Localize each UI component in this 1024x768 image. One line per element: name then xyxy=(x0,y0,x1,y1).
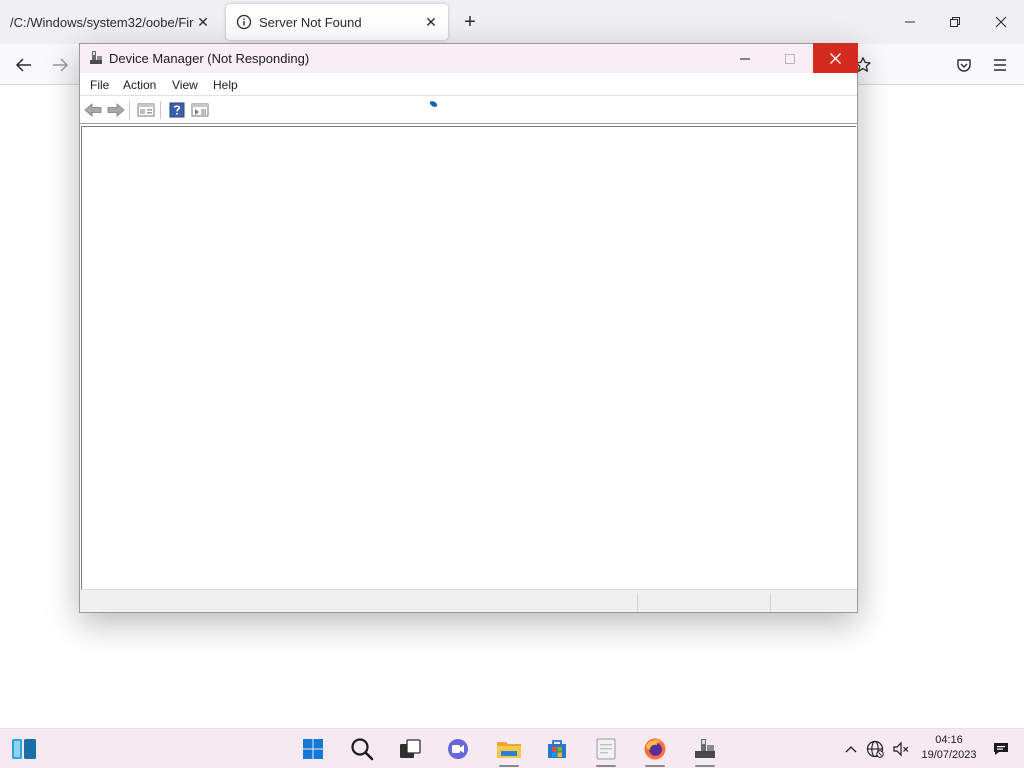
start-windows-icon[interactable] xyxy=(299,735,327,763)
menu-file[interactable]: File xyxy=(90,78,109,92)
tab-title: /C:/Windows/system32/oobe/FirstL xyxy=(10,14,194,30)
close-tab-icon[interactable]: ✕ xyxy=(422,13,440,31)
network-globe-icon[interactable] xyxy=(866,740,884,758)
store-icon[interactable] xyxy=(543,735,571,763)
device-manager-window: Device Manager (Not Responding) File Act… xyxy=(79,43,858,613)
menu-help[interactable]: Help xyxy=(213,78,238,92)
menu-bar: File Action View Help xyxy=(80,73,857,96)
running-indicator xyxy=(596,765,616,767)
toolbar-separator xyxy=(129,101,130,119)
browser-restore-button[interactable] xyxy=(940,8,970,36)
running-indicator xyxy=(695,765,715,767)
device-manager-icon xyxy=(88,50,104,66)
status-bar xyxy=(80,589,857,612)
menu-hamburger-icon[interactable] xyxy=(986,52,1014,78)
notifications-icon[interactable] xyxy=(992,740,1010,758)
back-arrow-icon[interactable] xyxy=(83,101,103,119)
close-tab-icon[interactable]: ✕ xyxy=(194,13,212,31)
menu-view[interactable]: View xyxy=(172,78,198,92)
info-icon xyxy=(236,14,252,30)
tab-title: Server Not Found xyxy=(259,14,362,30)
chat-icon[interactable] xyxy=(444,735,472,763)
notepad-icon[interactable] xyxy=(592,735,620,767)
running-indicator xyxy=(499,765,519,767)
device-manager-taskbar-icon[interactable] xyxy=(691,735,719,767)
status-divider xyxy=(770,593,771,611)
menu-action[interactable]: Action xyxy=(123,78,156,92)
status-divider xyxy=(637,593,638,611)
pocket-icon[interactable] xyxy=(950,52,978,78)
volume-muted-icon[interactable] xyxy=(892,740,910,758)
tab-firstlogon[interactable]: /C:/Windows/system32/oobe/FirstL ✕ xyxy=(0,4,220,40)
toolbar xyxy=(80,96,857,124)
system-clock[interactable]: 04:16 19/07/2023 xyxy=(912,733,986,763)
file-explorer-icon[interactable] xyxy=(495,735,523,767)
device-tree-pane[interactable] xyxy=(81,126,856,589)
console-tree-icon[interactable] xyxy=(136,101,156,119)
browser-close-button[interactable] xyxy=(986,8,1016,36)
window-title-bar[interactable]: Device Manager (Not Responding) xyxy=(80,43,858,73)
running-indicator xyxy=(645,765,665,767)
widgets-icon[interactable] xyxy=(10,735,38,763)
task-view-icon[interactable] xyxy=(396,735,424,763)
properties-icon[interactable] xyxy=(190,101,210,119)
close-button[interactable] xyxy=(813,43,858,73)
firefox-icon[interactable] xyxy=(641,735,669,767)
clock-date: 19/07/2023 xyxy=(921,749,977,761)
browser-minimize-button[interactable] xyxy=(895,8,925,36)
browser-tab-bar: /C:/Windows/system32/oobe/FirstL ✕ Serve… xyxy=(0,0,1024,44)
window-title: Device Manager (Not Responding) xyxy=(109,51,310,66)
new-tab-button[interactable]: + xyxy=(458,10,482,34)
minimize-button[interactable] xyxy=(725,44,765,73)
maximize-button[interactable] xyxy=(770,44,810,73)
taskbar: 04:16 19/07/2023 xyxy=(0,728,1024,768)
tab-server-not-found[interactable]: Server Not Found ✕ xyxy=(226,4,448,40)
chevron-up-icon[interactable] xyxy=(842,740,860,758)
help-icon[interactable] xyxy=(167,101,187,119)
clock-time: 04:16 xyxy=(935,734,963,746)
forward-arrow-icon[interactable] xyxy=(46,52,74,78)
toolbar-separator xyxy=(160,101,161,119)
busy-cursor-icon xyxy=(429,101,438,107)
search-icon[interactable] xyxy=(348,735,376,763)
forward-arrow-icon[interactable] xyxy=(106,101,126,119)
back-arrow-icon[interactable] xyxy=(10,52,38,78)
